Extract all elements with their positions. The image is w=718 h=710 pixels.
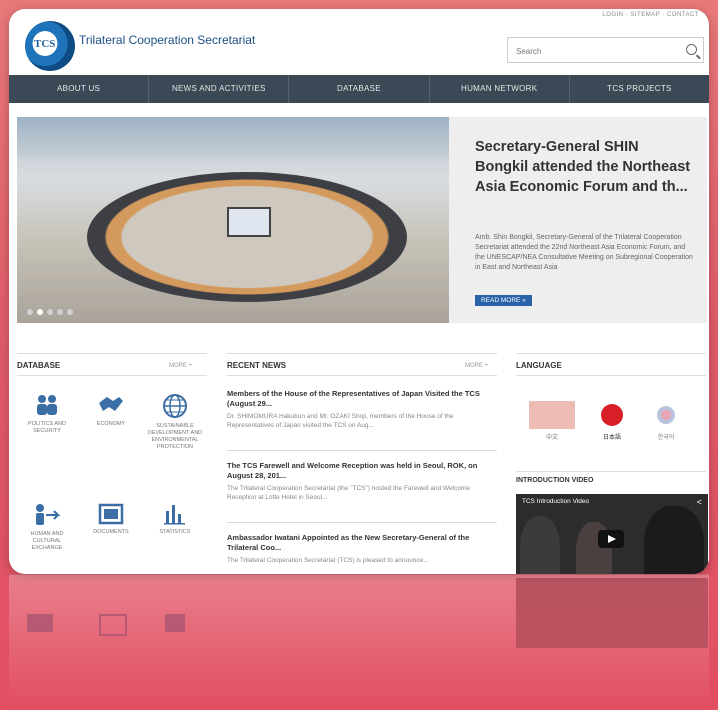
document-icon bbox=[98, 503, 124, 525]
nav-human-network[interactable]: HUMAN NETWORK bbox=[430, 75, 570, 103]
db-item-documents[interactable]: DOCUMENTS bbox=[81, 503, 141, 536]
lang-korean[interactable]: 한국어 bbox=[643, 401, 689, 441]
carousel-dot[interactable] bbox=[47, 309, 53, 315]
lang-japanese[interactable]: 日本語 bbox=[589, 401, 635, 441]
tcs-logo[interactable]: TCS bbox=[25, 21, 75, 71]
browser-page: TCS Trilateral Cooperation Secretariat L… bbox=[9, 9, 709, 574]
news-desc: The Trilateral Cooperation Secretariat (… bbox=[227, 557, 429, 564]
db-item-economy[interactable]: ECONOMY bbox=[81, 393, 141, 428]
main-nav: ABOUT US NEWS AND ACTIVITIES DATABASE HU… bbox=[9, 75, 709, 103]
hero-body: Amb. Shin Bongkil, Secretary-General of … bbox=[475, 234, 693, 271]
db-item-label: DOCUMENTS bbox=[93, 529, 129, 535]
divider bbox=[17, 353, 207, 354]
china-flag-icon bbox=[529, 401, 575, 429]
bar-chart-icon bbox=[164, 505, 185, 525]
hero-title[interactable]: Secretary-General SHIN Bongkil attended … bbox=[475, 137, 695, 197]
divider bbox=[227, 375, 497, 376]
reflection-video bbox=[516, 578, 708, 648]
photo-windows bbox=[17, 117, 449, 157]
db-item-label: POLITICS AND SECURITY bbox=[28, 421, 66, 434]
play-icon[interactable] bbox=[598, 530, 624, 548]
divider bbox=[227, 353, 497, 354]
recent-news-heading: RECENT NEWS bbox=[227, 361, 287, 370]
db-item-politics[interactable]: POLITICS AND SECURITY bbox=[17, 393, 77, 435]
globe-icon bbox=[163, 394, 187, 418]
carousel-dot[interactable] bbox=[37, 309, 43, 315]
news-title[interactable]: The TCS Farewell and Welcome Reception w… bbox=[227, 461, 497, 481]
video-person bbox=[520, 516, 560, 574]
hero-photo[interactable] bbox=[17, 117, 449, 323]
news-item[interactable]: Members of the House of the Representati… bbox=[227, 389, 497, 430]
divider bbox=[516, 353, 706, 354]
people-icon bbox=[37, 395, 57, 415]
db-item-sustainable[interactable]: SUSTAINABLE DEVELOPMENT AND ENVIRONMENTA… bbox=[145, 393, 205, 451]
page-reflection bbox=[9, 574, 709, 710]
divider bbox=[516, 471, 706, 472]
news-desc: The Trilateral Cooperation Secretariat (… bbox=[227, 485, 470, 501]
intro-video-heading: INTRODUCTION VIDEO bbox=[516, 477, 594, 484]
language-heading: LANGUAGE bbox=[516, 361, 562, 370]
top-links[interactable]: LOGIN · SITEMAP · CONTACT bbox=[602, 12, 699, 18]
news-desc: Dr. SHIMOMURA Hakubun and Mr. OZAKI Shoj… bbox=[227, 413, 454, 429]
carousel-dots bbox=[27, 309, 73, 315]
search-input[interactable] bbox=[514, 39, 678, 63]
handshake-icon bbox=[99, 397, 123, 411]
reflection-icon bbox=[99, 614, 127, 636]
divider bbox=[227, 522, 497, 523]
lang-label: 한국어 bbox=[657, 435, 675, 441]
korea-flag-icon bbox=[643, 401, 689, 429]
carousel-dot[interactable] bbox=[27, 309, 33, 315]
divider bbox=[17, 375, 207, 376]
news-title[interactable]: Members of the House of the Representati… bbox=[227, 389, 497, 409]
db-item-label: ECONOMY bbox=[96, 421, 126, 427]
database-heading: DATABASE bbox=[17, 361, 61, 370]
db-item-label: HUMAN AND CULTURAL EXCHANGE bbox=[30, 531, 64, 551]
carousel-dot[interactable] bbox=[67, 309, 73, 315]
reflection-divider bbox=[9, 574, 709, 575]
logo-text: TCS bbox=[34, 38, 56, 50]
search-box[interactable] bbox=[507, 37, 704, 63]
news-title[interactable]: Ambassador Iwatani Appointed as the New … bbox=[227, 533, 497, 553]
nav-tcs-projects[interactable]: TCS PROJECTS bbox=[570, 75, 709, 103]
nav-about-us[interactable]: ABOUT US bbox=[9, 75, 150, 103]
video-title: TCS Introduction Video bbox=[522, 498, 590, 505]
lang-label: 日本語 bbox=[602, 435, 621, 441]
japan-flag-icon bbox=[589, 401, 635, 429]
db-item-label: SUSTAINABLE DEVELOPMENT AND ENVIRONMENTA… bbox=[147, 423, 203, 450]
read-more-button[interactable]: READ MORE » bbox=[475, 295, 532, 306]
hero-carousel: Secretary-General SHIN Bongkil attended … bbox=[17, 117, 707, 323]
nav-news-and-activities[interactable]: NEWS AND ACTIVITIES bbox=[149, 75, 290, 103]
news-item[interactable]: Ambassador Iwatani Appointed as the New … bbox=[227, 533, 497, 565]
lang-label: 中文 bbox=[545, 435, 558, 441]
db-item-label: STATISTICS bbox=[159, 529, 191, 535]
reflection-icon bbox=[27, 614, 53, 632]
site-title[interactable]: Trilateral Cooperation Secretariat bbox=[79, 33, 255, 47]
nav-database[interactable]: DATABASE bbox=[289, 75, 430, 103]
intro-video-player[interactable]: TCS Introduction Video < bbox=[516, 494, 708, 574]
recent-news-more-link[interactable]: MORE + bbox=[465, 363, 488, 369]
db-item-human-exchange[interactable]: HUMAN AND CULTURAL EXCHANGE bbox=[17, 503, 77, 552]
lang-chinese[interactable]: 中文 bbox=[529, 401, 575, 441]
photo-conference-table bbox=[87, 172, 407, 302]
search-icon[interactable] bbox=[686, 44, 697, 55]
video-person bbox=[644, 506, 704, 574]
photo-screen bbox=[227, 207, 271, 237]
share-icon[interactable]: < bbox=[697, 497, 702, 507]
database-more-link[interactable]: MORE + bbox=[169, 363, 192, 369]
news-item[interactable]: The TCS Farewell and Welcome Reception w… bbox=[227, 461, 497, 502]
carousel-dot[interactable] bbox=[57, 309, 63, 315]
db-item-statistics[interactable]: STATISTICS bbox=[145, 503, 205, 536]
divider bbox=[227, 450, 497, 451]
exchange-icon bbox=[36, 504, 61, 525]
reflection-icon bbox=[165, 614, 185, 632]
divider bbox=[516, 375, 706, 376]
